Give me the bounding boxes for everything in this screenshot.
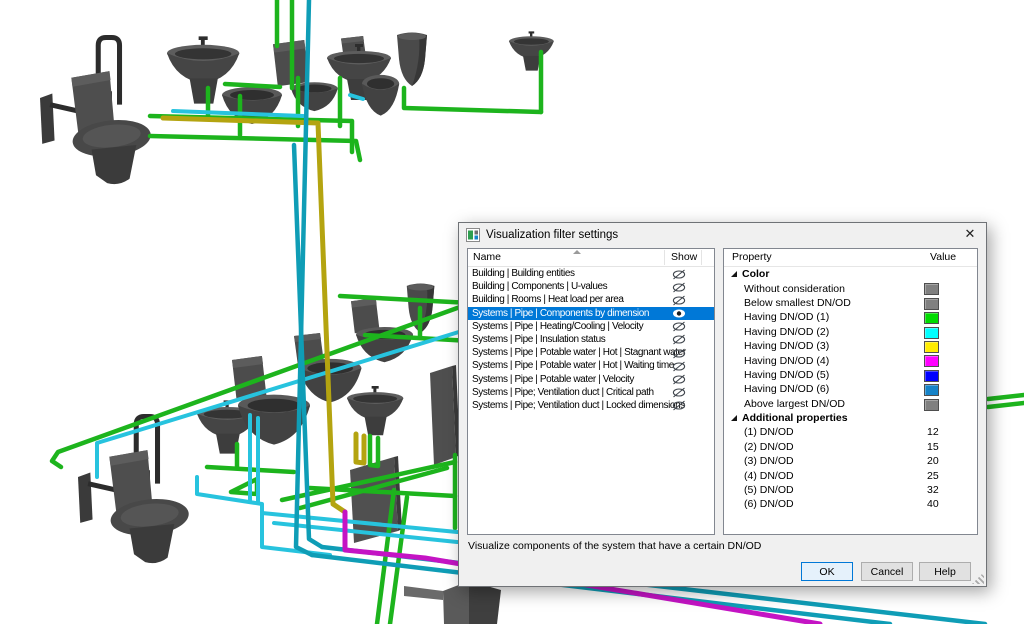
property-row[interactable]: (3) DN/OD20 [724, 454, 977, 468]
property-value[interactable]: 12 [927, 426, 939, 438]
property-row[interactable]: Above largest DN/OD [724, 397, 977, 411]
visibility-off-icon[interactable] [672, 282, 686, 293]
property-row[interactable]: Below smallest DN/OD [724, 296, 977, 310]
pipes-yellow [163, 118, 364, 512]
collapse-icon [731, 415, 737, 421]
color-swatch[interactable] [924, 283, 939, 295]
visibility-off-icon[interactable] [672, 269, 686, 280]
property-group-additional[interactable]: Additional properties [724, 411, 977, 425]
property-row[interactable]: Having DN/OD (1) [724, 310, 977, 324]
close-icon[interactable]: ✕ [954, 223, 986, 245]
list-item[interactable]: Building | Building entities [468, 267, 714, 280]
wall-sink [509, 31, 554, 70]
list-item[interactable]: Systems | Pipe | Heating/Cooling | Veloc… [468, 320, 714, 333]
color-swatch[interactable] [924, 399, 939, 411]
filter-list: Name Show Building | Building entities B… [467, 248, 715, 535]
ok-button[interactable]: OK [801, 562, 853, 581]
property-value[interactable]: 32 [927, 484, 939, 496]
visibility-off-icon[interactable] [672, 295, 686, 306]
color-swatch[interactable] [924, 341, 939, 353]
property-row[interactable]: (2) DN/OD15 [724, 440, 977, 454]
resize-grip[interactable] [972, 572, 984, 584]
help-button[interactable]: Help [919, 562, 971, 581]
collapse-icon [731, 271, 737, 277]
radiator-panel [430, 365, 460, 465]
wall-toilet [362, 75, 399, 116]
property-value[interactable]: 25 [927, 470, 939, 482]
dialog-title: Visualization filter settings [486, 229, 618, 241]
sort-indicator [573, 250, 581, 254]
visibility-off-icon[interactable] [672, 361, 686, 372]
list-item-selected[interactable]: Systems | Pipe | Components by dimension [468, 307, 714, 320]
property-grid: Property Value Color Without considerati… [723, 248, 978, 535]
visibility-off-icon[interactable] [672, 387, 686, 398]
app-icon [466, 228, 480, 242]
color-swatch[interactable] [924, 312, 939, 324]
visualization-filter-dialog: Visualization filter settings ✕ Name Sho… [458, 222, 987, 587]
property-row[interactable]: (4) DN/OD25 [724, 468, 977, 482]
list-item[interactable]: Building | Rooms | Heat load per area [468, 293, 714, 306]
property-row[interactable]: Having DN/OD (2) [724, 325, 977, 339]
visibility-off-icon[interactable] [672, 374, 686, 385]
list-item[interactable]: Systems | Pipe | Potable water | Hot | S… [468, 346, 714, 359]
property-group-color[interactable]: Color [724, 267, 977, 281]
visibility-on-icon[interactable] [672, 308, 686, 319]
list-item[interactable]: Systems | Pipe; Ventilation duct | Locke… [468, 399, 714, 412]
visibility-off-icon[interactable] [672, 321, 686, 332]
property-row[interactable]: Having DN/OD (6) [724, 382, 977, 396]
property-row[interactable]: (5) DN/OD32 [724, 483, 977, 497]
list-item[interactable]: Systems | Pipe | Potable water | Velocit… [468, 373, 714, 386]
urinal [397, 33, 427, 87]
visibility-off-icon[interactable] [672, 334, 686, 345]
handicap-toilet [40, 37, 153, 184]
cancel-button[interactable]: Cancel [861, 562, 913, 581]
property-row[interactable]: Having DN/OD (5) [724, 368, 977, 382]
concrete-column [404, 581, 501, 624]
column-header-name[interactable]: Name [473, 251, 501, 263]
property-row[interactable]: (6) DN/OD40 [724, 497, 977, 511]
property-row[interactable]: Without consideration [724, 281, 977, 295]
color-swatch[interactable] [924, 327, 939, 339]
list-item[interactable]: Building | Components | U-values [468, 280, 714, 293]
property-value[interactable]: 20 [927, 455, 939, 467]
description-text: Visualize components of the system that … [468, 540, 761, 552]
dialog-titlebar[interactable]: Visualization filter settings ✕ [459, 223, 986, 246]
color-swatch[interactable] [924, 355, 939, 367]
color-swatch[interactable] [924, 384, 939, 396]
visibility-off-icon[interactable] [672, 348, 686, 359]
visibility-off-icon[interactable] [672, 400, 686, 411]
color-swatch[interactable] [924, 298, 939, 310]
property-value[interactable]: 40 [927, 498, 939, 510]
property-header: Property Value [724, 249, 977, 267]
list-header: Name Show [468, 249, 714, 267]
column-header-show[interactable]: Show [671, 251, 697, 263]
wall-sink [347, 386, 403, 435]
list-item[interactable]: Systems | Pipe | Insulation status [468, 333, 714, 346]
list-item[interactable]: Systems | Pipe; Ventilation duct | Criti… [468, 386, 714, 399]
color-swatch[interactable] [924, 370, 939, 382]
property-value[interactable]: 15 [927, 441, 939, 453]
list-item[interactable]: Systems | Pipe | Potable water | Hot | W… [468, 359, 714, 372]
property-row[interactable]: (1) DN/OD12 [724, 425, 977, 439]
property-row[interactable]: Having DN/OD (3) [724, 339, 977, 353]
property-row[interactable]: Having DN/OD (4) [724, 353, 977, 367]
